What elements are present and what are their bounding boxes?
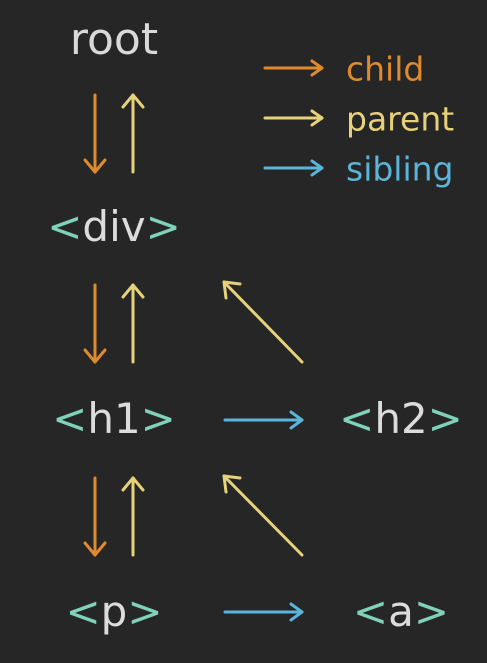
sibling-arrow-p-to-a — [223, 602, 304, 622]
tag-name-div: div — [82, 202, 146, 251]
legend-parent-arrow — [263, 109, 324, 127]
child-arrow-div-to-h1 — [83, 283, 107, 364]
open-bracket: < — [65, 587, 101, 636]
node-div: <div> — [47, 206, 181, 248]
parent-arrow-h1-to-div — [121, 283, 145, 364]
parent-arrow-h2-to-div — [222, 280, 304, 364]
legend-sibling-label: sibling — [346, 149, 454, 189]
child-arrow-h1-to-p — [83, 476, 107, 557]
open-bracket: < — [339, 394, 375, 443]
tag-name-h2: h2 — [374, 394, 428, 443]
node-h1: <h1> — [52, 398, 176, 440]
tag-name-a: a — [388, 587, 414, 636]
close-bracket: > — [140, 394, 176, 443]
sibling-arrow-h1-to-h2 — [223, 410, 304, 430]
parent-arrow-div-to-root — [121, 93, 145, 174]
close-bracket: > — [145, 202, 181, 251]
parent-arrow-a-to-h1 — [222, 474, 304, 557]
child-arrow-root-to-div — [83, 93, 107, 174]
legend-child-label: child — [346, 49, 425, 89]
legend-child-arrow — [263, 59, 324, 77]
node-h2: <h2> — [339, 398, 463, 440]
close-bracket: > — [427, 394, 463, 443]
parent-arrow-p-to-h1 — [121, 476, 145, 557]
open-bracket: < — [352, 587, 389, 636]
close-bracket: > — [413, 587, 450, 636]
close-bracket: > — [127, 587, 163, 636]
legend-sibling-arrow — [263, 159, 324, 177]
node-p: <p> — [65, 591, 162, 633]
legend-parent-label: parent — [346, 99, 455, 139]
open-bracket: < — [47, 202, 83, 251]
tag-name-p: p — [100, 587, 128, 636]
tag-name-h1: h1 — [87, 394, 141, 443]
node-root: root — [69, 14, 159, 65]
dom-tree-diagram: child parent sibling root <div> <h1> <h2… — [0, 0, 487, 663]
open-bracket: < — [52, 394, 88, 443]
node-a: <a> — [353, 591, 449, 633]
